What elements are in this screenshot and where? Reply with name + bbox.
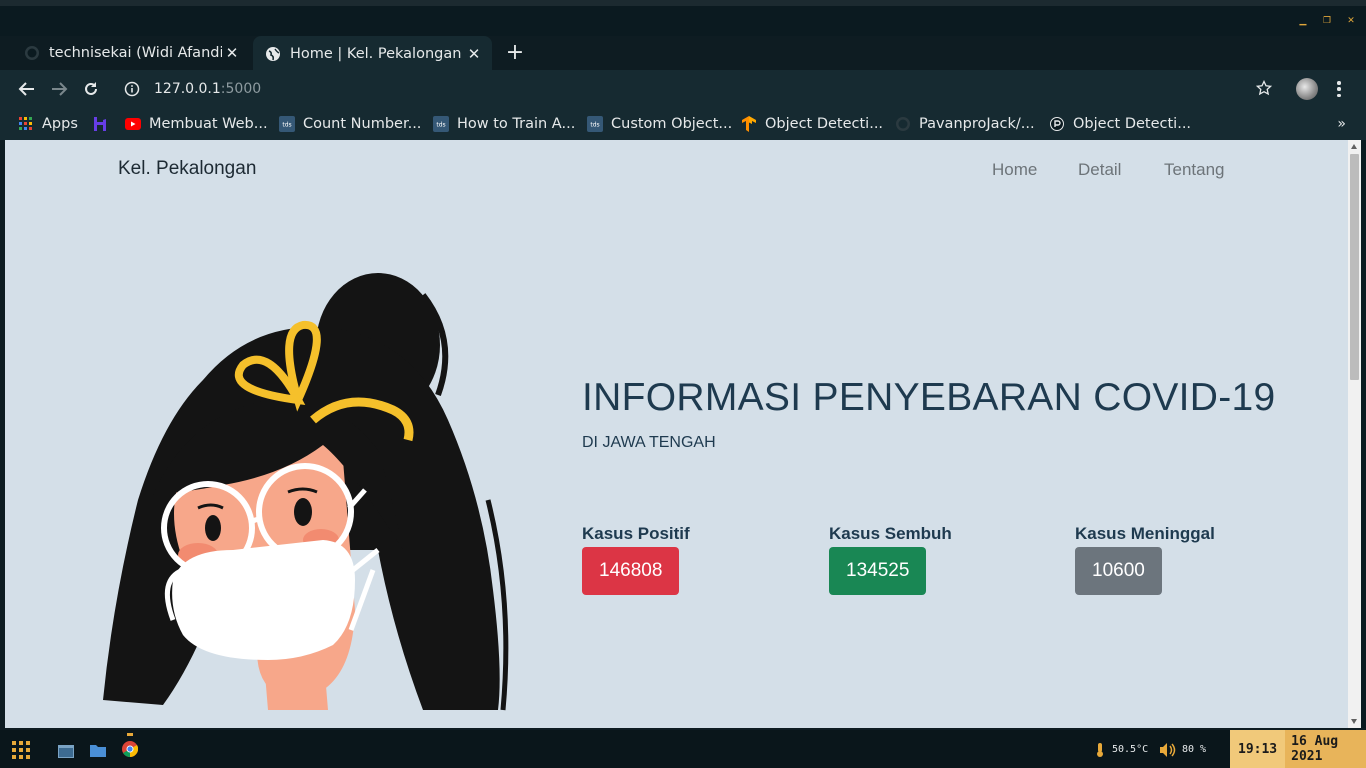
- bookmark-object-detection[interactable]: Object Detecti...: [1049, 112, 1191, 136]
- svg-text:tds: tds: [436, 122, 445, 129]
- tab-home[interactable]: Home | Kel. Pekalongan ✕: [253, 36, 492, 71]
- github-icon: [24, 45, 40, 61]
- tab-title: Home | Kel. Pekalongan: [290, 45, 462, 62]
- tab-github[interactable]: technisekai (Widi Afandi) ✕: [12, 36, 250, 70]
- masked-girl-illustration: [103, 273, 509, 711]
- thermometer-icon: [1095, 742, 1105, 761]
- bookmark-label: Custom Object...: [611, 116, 733, 132]
- hero-title: INFORMASI PENYEBARAN COVID-19: [582, 376, 1276, 419]
- bookmark-tds-2[interactable]: tds How to Train A...: [433, 112, 575, 136]
- clock-time: 19:13: [1230, 730, 1286, 768]
- volume-icon[interactable]: [1160, 742, 1176, 761]
- close-window-icon[interactable]: ✕: [1344, 16, 1358, 26]
- scroll-down-icon[interactable]: [1351, 719, 1357, 724]
- back-icon[interactable]: [16, 78, 38, 100]
- tab-title: technisekai (Widi Afandi): [49, 45, 222, 61]
- window-controls: ▁ ❐ ✕: [1296, 16, 1358, 26]
- bookmark-youtube[interactable]: Membuat Web...: [125, 112, 268, 136]
- hero-subtitle: DI JAWA TENGAH: [582, 434, 716, 451]
- address-bar[interactable]: 127.0.0.1:5000: [116, 74, 1276, 104]
- info-icon[interactable]: [124, 81, 140, 97]
- url-port: :5000: [220, 81, 262, 97]
- github-icon: [895, 116, 911, 132]
- stat-label: Kasus Meninggal: [1075, 524, 1215, 543]
- tensorflow-icon: [741, 116, 757, 132]
- url-host: 127.0.0.1: [154, 81, 221, 97]
- bookmark-apps[interactable]: Apps: [18, 112, 78, 136]
- stat-label: Kasus Positif: [582, 524, 690, 543]
- bookmarks-more-icon[interactable]: »: [1337, 116, 1346, 132]
- tds-icon: tds: [433, 116, 449, 132]
- bookmark-label: Object Detecti...: [1073, 116, 1192, 132]
- bookmark-label: Membuat Web...: [149, 116, 268, 132]
- profile-avatar[interactable]: [1296, 78, 1318, 100]
- reload-icon[interactable]: [80, 78, 102, 100]
- bookmark-label: Object Detecti...: [765, 116, 884, 132]
- desktop-icon[interactable]: [58, 743, 74, 762]
- tds-icon: tds: [279, 116, 295, 132]
- app-menu-icon[interactable]: [12, 741, 30, 763]
- apps-grid-icon: [18, 116, 34, 132]
- site-icon: [1049, 116, 1065, 132]
- cpu-temperature: 50.5°C: [1112, 744, 1149, 755]
- new-tab-button[interactable]: +: [503, 40, 527, 66]
- volume-level: 80 %: [1182, 744, 1207, 755]
- svg-text:tds: tds: [282, 122, 291, 129]
- page-viewport: Kel. Pekalongan Home Detail Tentang INFO…: [5, 140, 1348, 728]
- file-manager-icon[interactable]: [90, 742, 106, 761]
- youtube-icon: [125, 116, 141, 132]
- bookmarks-bar: Apps Membuat Web... tds Count Number... …: [0, 108, 1366, 140]
- bookmark-tensorflow[interactable]: Object Detecti...: [741, 112, 883, 136]
- bookmark-github[interactable]: PavanproJack/...: [895, 112, 1035, 136]
- site-brand[interactable]: Kel. Pekalongan: [118, 158, 256, 180]
- bookmark-tds-1[interactable]: tds Count Number...: [279, 112, 421, 136]
- stat-value-badge: 10600: [1075, 547, 1162, 595]
- browser-toolbar: 127.0.0.1:5000: [0, 70, 1366, 108]
- bookmark-star-icon[interactable]: [1255, 79, 1276, 98]
- stat-value-badge: 134525: [829, 547, 927, 595]
- scroll-up-icon[interactable]: [1351, 144, 1357, 149]
- svg-text:tds: tds: [590, 122, 599, 129]
- scroll-thumb[interactable]: [1350, 154, 1359, 380]
- nav-home[interactable]: Home: [992, 160, 1037, 180]
- nav-tentang[interactable]: Tentang: [1164, 160, 1225, 180]
- bookmark-label: Count Number...: [303, 116, 422, 132]
- close-tab-icon[interactable]: ✕: [222, 44, 242, 62]
- window-edge: [1361, 140, 1366, 728]
- active-app-indicator: [127, 733, 133, 736]
- restore-icon[interactable]: ❐: [1320, 16, 1334, 26]
- system-taskbar: 50.5°C 80 % 19:13 16 Aug 2021: [0, 730, 1366, 768]
- stat-sembuh: Kasus Sembuh 134525: [829, 524, 952, 595]
- forward-icon[interactable]: [48, 78, 70, 100]
- stat-value-badge: 146808: [582, 547, 680, 595]
- hostinger-icon: [92, 116, 108, 132]
- menu-icon[interactable]: [1334, 79, 1344, 99]
- clock[interactable]: 19:13 16 Aug 2021: [1230, 730, 1366, 768]
- page-scrollbar[interactable]: [1348, 140, 1361, 728]
- tds-icon: tds: [587, 116, 603, 132]
- close-tab-icon[interactable]: ✕: [464, 45, 484, 63]
- bookmark-tds-3[interactable]: tds Custom Object...: [587, 112, 732, 136]
- bookmark-label: PavanproJack/...: [919, 116, 1035, 132]
- chrome-icon[interactable]: [122, 741, 139, 761]
- bookmark-label: Apps: [42, 116, 78, 132]
- minimize-icon[interactable]: ▁: [1296, 16, 1310, 26]
- clock-date: 16 Aug 2021: [1285, 730, 1366, 768]
- stat-meninggal: Kasus Meninggal 10600: [1075, 524, 1215, 595]
- globe-icon: [265, 46, 281, 62]
- bookmark-hostinger[interactable]: [92, 112, 116, 136]
- bookmark-label: How to Train A...: [457, 116, 576, 132]
- stat-positif: Kasus Positif 146808: [582, 524, 690, 595]
- nav-detail[interactable]: Detail: [1078, 160, 1121, 180]
- browser-titlebar: ▁ ❐ ✕: [0, 0, 1366, 36]
- stat-label: Kasus Sembuh: [829, 524, 952, 543]
